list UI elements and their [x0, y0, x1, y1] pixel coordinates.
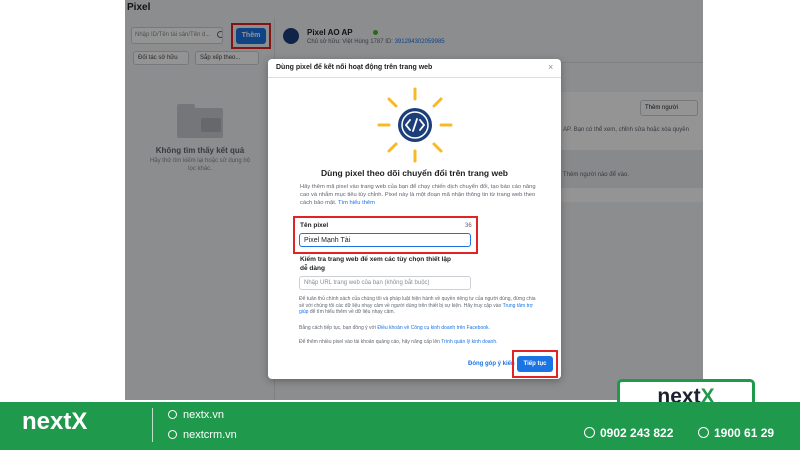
dialog-title: Dùng pixel để kết nối hoạt động trên tra… — [276, 64, 433, 71]
globe-icon — [168, 430, 177, 439]
site-link-2[interactable]: nextcrm.vn — [168, 429, 237, 441]
upgrade-text: Để thêm nhiều pixel vào tài khoản quảng … — [299, 339, 440, 345]
phone-2[interactable]: 1900 61 29 — [698, 426, 774, 440]
terms-link[interactable]: Điều khoản về Công cụ kinh doanh trên Fa… — [377, 325, 490, 331]
terms-notice: Bằng cách tiếp tục, bạn đồng ý với Điều … — [299, 325, 539, 331]
brand-footer: nextX nextx.vn nextcrm.vn 0902 243 822 1… — [0, 402, 800, 450]
footer-logo: nextX — [22, 408, 87, 436]
hotline-icon — [698, 427, 709, 438]
footer-logo-a: next — [22, 408, 72, 435]
phone-1[interactable]: 0902 243 822 — [584, 426, 673, 440]
phone-icon — [584, 427, 595, 438]
code-burst-icon — [377, 87, 453, 163]
feedback-button[interactable]: Đóng góp ý kiến — [468, 361, 515, 367]
privacy-tail: để tìm hiểu thêm về dữ liệu nhạy cảm. — [309, 309, 395, 316]
upgrade-notice: Để thêm nhiều pixel vào tài khoản quảng … — [299, 339, 539, 345]
dialog-description: Hãy thêm mã pixel vào trang web của bạn … — [300, 183, 536, 207]
continue-button[interactable]: Tiếp tục — [517, 356, 553, 372]
privacy-text: Để tuân thủ chính sách của chúng tôi và … — [299, 296, 536, 309]
pixel-name-input[interactable]: Pixel Mạnh Tài — [299, 233, 471, 247]
screenshot-root: Pixel Nhập ID/Tên tài sản/Tên d... Thêm … — [0, 0, 800, 450]
close-icon[interactable]: × — [548, 62, 553, 72]
site-1-text: nextx.vn — [183, 409, 224, 421]
privacy-notice: Để tuân thủ chính sách của chúng tôi và … — [299, 296, 539, 316]
right-margin — [703, 0, 800, 402]
terms-text: Bằng cách tiếp tục, bạn đồng ý với — [299, 325, 376, 331]
footer-divider — [152, 408, 153, 442]
phone-1-text: 0902 243 822 — [600, 426, 674, 440]
char-counter: 36 — [465, 223, 472, 229]
business-manager-link[interactable]: Trình quản lý kinh doanh. — [441, 339, 497, 345]
phone-2-text: 1900 61 29 — [714, 426, 775, 440]
site-2-text: nextcrm.vn — [183, 429, 237, 441]
left-margin — [0, 0, 125, 402]
globe-icon — [168, 410, 177, 419]
learn-more-link[interactable]: Tìm hiểu thêm — [338, 200, 375, 206]
dialog-heading: Dùng pixel theo dõi chuyển đổi trên tran… — [320, 168, 508, 178]
dialog-divider — [268, 77, 561, 78]
website-url-input[interactable]: Nhập URL trang web của bạn (không bắt bu… — [299, 276, 471, 290]
footer-logo-b: X — [71, 408, 88, 435]
pixel-name-label: Tên pixel — [300, 222, 329, 229]
description-text: Hãy thêm mã pixel vào trang web của bạn … — [300, 184, 536, 206]
website-check-label: Kiểm tra trang web để xem các tùy chọn t… — [300, 256, 451, 272]
site-link-1[interactable]: nextx.vn — [168, 409, 224, 421]
